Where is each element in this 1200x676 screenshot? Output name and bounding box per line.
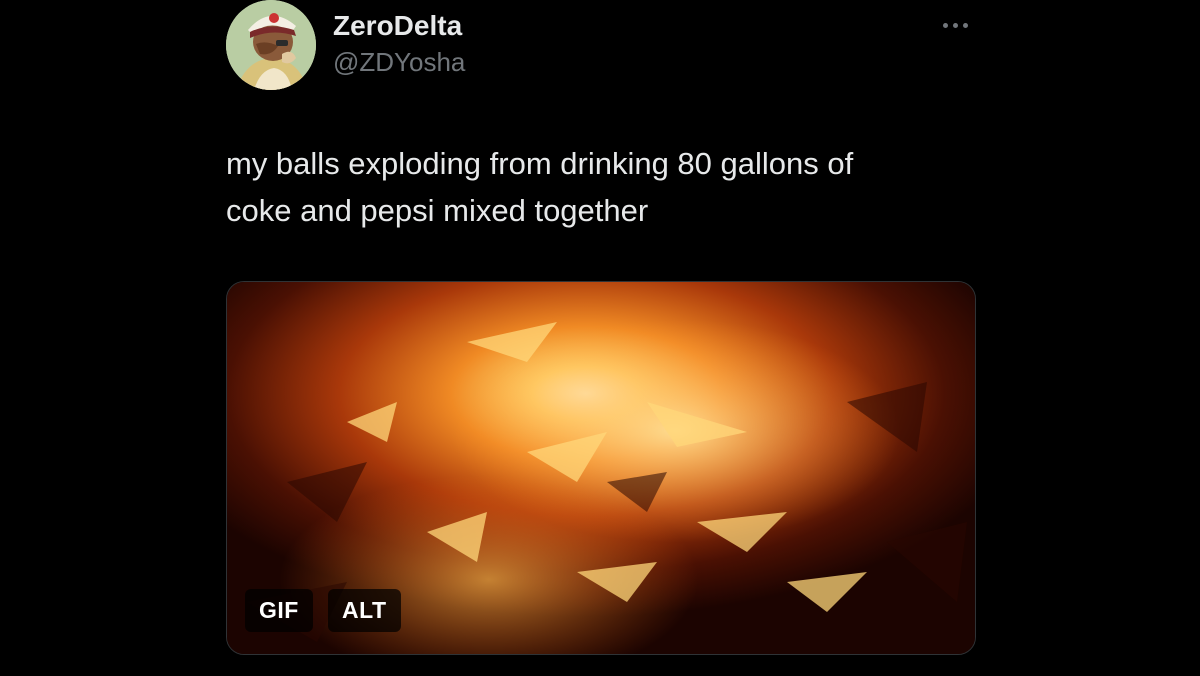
author-avatar[interactable] bbox=[226, 0, 316, 90]
more-dots-icon[interactable] bbox=[934, 10, 976, 40]
tweet-text: my balls exploding from drinking 80 gall… bbox=[226, 146, 854, 228]
dot bbox=[962, 22, 968, 28]
tweet-card: ZeroDelta @ZDYosha my balls exploding fr… bbox=[0, 0, 1200, 676]
dot bbox=[942, 22, 948, 28]
author-display-name[interactable]: ZeroDelta bbox=[333, 10, 462, 42]
author-handle[interactable]: @ZDYosha bbox=[333, 47, 465, 78]
cartoon-character-avatar-icon bbox=[226, 0, 316, 90]
gif-badge[interactable]: GIF bbox=[245, 589, 313, 632]
alt-text-badge[interactable]: ALT bbox=[328, 589, 401, 632]
dot bbox=[952, 22, 958, 28]
